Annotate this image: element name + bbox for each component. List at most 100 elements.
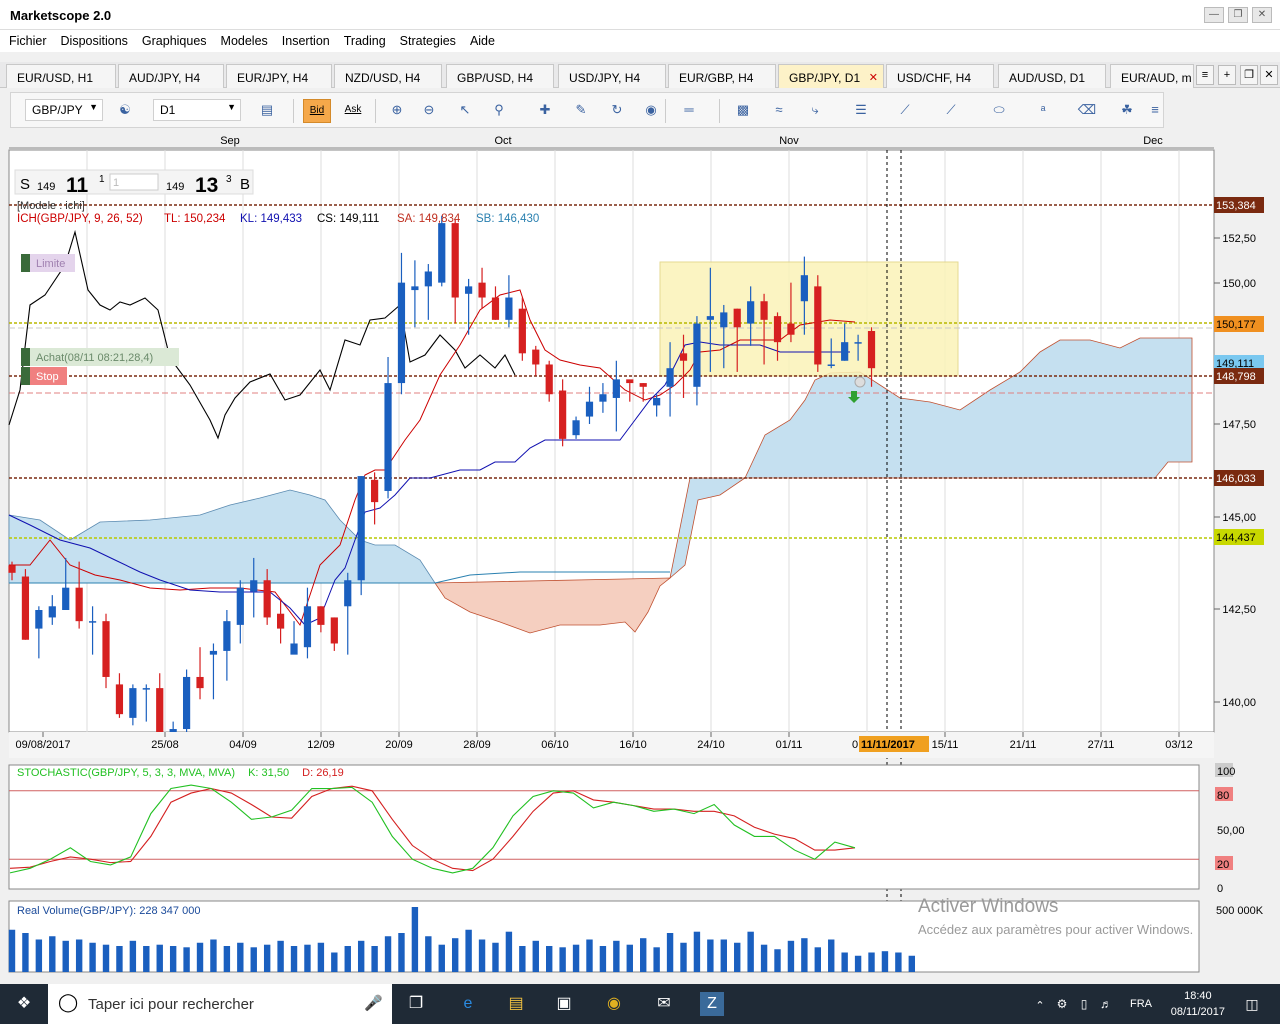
chart-area[interactable]: Sep Oct Nov Dec S 149 11 1 1 149 13 3 B … (0, 128, 1280, 984)
candle-body[interactable] (384, 383, 392, 491)
candle-body[interactable] (102, 621, 110, 677)
candle-body[interactable] (209, 650, 218, 655)
draw-line-icon[interactable]: ⟋ (937, 99, 965, 123)
indicator-icon[interactable]: ≈ (765, 99, 793, 123)
notifications-icon[interactable]: ◫ (1240, 992, 1264, 1016)
tab-gbpjpy-d1[interactable]: GBP/JPY, D1 ✕ (778, 64, 884, 88)
restore-icon[interactable]: ❐ (1228, 7, 1248, 23)
ruler-icon[interactable]: ═ (675, 99, 703, 123)
more-icon[interactable]: ≡ (1141, 99, 1169, 123)
battery-icon[interactable]: ▯ (1072, 992, 1096, 1016)
stochastic-panel[interactable] (8, 764, 1200, 890)
candle-body[interactable] (626, 379, 634, 384)
chevron-up-icon[interactable]: ⌃ (1028, 994, 1052, 1018)
pencil-icon[interactable]: ✎ (567, 99, 595, 123)
menu-aide[interactable]: Aide (470, 34, 495, 48)
candle-body[interactable] (88, 621, 97, 623)
timeframe-select[interactable]: D1 ▼ (153, 99, 241, 121)
candle-body[interactable] (787, 323, 795, 335)
candle-body[interactable] (760, 301, 768, 320)
candle-body[interactable] (478, 282, 486, 298)
tab-usdchf-h4[interactable]: USD/CHF, H4 (886, 64, 994, 88)
magnifier-icon[interactable]: ⚲ (485, 99, 513, 123)
menu-graphiques[interactable]: Graphiques (142, 34, 207, 48)
ellipse-icon[interactable]: ⬭ (985, 99, 1013, 123)
network-icon[interactable]: ⚙ (1050, 992, 1074, 1016)
candle-body[interactable] (277, 613, 285, 629)
candle-body[interactable] (115, 684, 124, 715)
file-explorer-icon[interactable]: ▤ (504, 992, 528, 1016)
candle-body[interactable] (518, 308, 526, 354)
marketscope-taskbar-icon[interactable]: Z (700, 992, 724, 1016)
candle-body[interactable] (693, 323, 701, 387)
candle-body[interactable] (867, 331, 876, 369)
candle-body[interactable] (585, 401, 594, 417)
menu-fichier[interactable]: Fichier (9, 34, 47, 48)
add-tab-icon[interactable]: + (1218, 65, 1236, 85)
candle-body[interactable] (666, 368, 674, 387)
candle-body[interactable] (21, 576, 30, 640)
tab-eurjpy-h4[interactable]: EUR/JPY, H4 (226, 64, 332, 88)
candle-body[interactable] (357, 476, 365, 581)
candle-body[interactable] (747, 301, 755, 324)
tab-gbpusd-h4[interactable]: GBP/USD, H4 (446, 64, 554, 88)
tab-eurusd-h1[interactable]: EUR/USD, H1 (6, 64, 116, 88)
candle-body[interactable] (250, 580, 258, 592)
candle-body[interactable] (559, 390, 567, 439)
candle-body[interactable] (196, 676, 204, 689)
candle-body[interactable] (679, 353, 688, 361)
candle-body[interactable] (223, 621, 231, 651)
buy-pips[interactable]: 13 (195, 174, 218, 197)
candle-body[interactable] (505, 297, 513, 320)
edge-icon[interactable]: e (456, 992, 480, 1016)
mail-icon[interactable]: ✉ (652, 992, 676, 1016)
candle-body[interactable] (411, 286, 419, 291)
candle-body[interactable] (545, 364, 553, 395)
tab-audjpy-h4[interactable]: AUD/JPY, H4 (118, 64, 224, 88)
candle-body[interactable] (330, 617, 338, 644)
candle-body[interactable] (156, 688, 164, 737)
candle-body[interactable] (397, 282, 406, 384)
candle-body[interactable] (263, 580, 271, 618)
volume-icon[interactable]: ♬ (1094, 992, 1118, 1016)
tab-euraud[interactable]: EUR/AUD, m (1110, 64, 1194, 88)
task-view-icon[interactable]: ❐ (404, 992, 428, 1016)
candle-body[interactable] (800, 275, 808, 302)
tab-nzdusd-h4[interactable]: NZD/USD, H4 (334, 64, 442, 88)
candle-body[interactable] (424, 271, 432, 287)
text-icon[interactable]: ᵃ (1029, 99, 1057, 123)
tab-audusd-d1[interactable]: AUD/USD, D1 (998, 64, 1106, 88)
candle-body[interactable] (827, 364, 835, 366)
candle-body[interactable] (371, 479, 379, 503)
store-icon[interactable]: ▣ (552, 992, 576, 1016)
trendline-icon[interactable]: ⟋ (891, 99, 919, 123)
close-icon[interactable]: ✕ (1252, 7, 1272, 23)
candle-body[interactable] (451, 223, 459, 298)
candle-body[interactable] (841, 342, 849, 361)
candle-body[interactable] (733, 308, 741, 328)
ask-button[interactable]: Ask (339, 99, 367, 123)
tree-icon[interactable]: ☘ (1113, 99, 1141, 123)
language-indicator[interactable]: FRA (1126, 992, 1156, 1016)
tab-usdjpy-h4[interactable]: USD/JPY, H4 (558, 64, 666, 88)
globe-icon[interactable]: ◉ (637, 99, 665, 123)
zoom-in-icon[interactable]: ⊕ (383, 99, 411, 123)
cursor-icon[interactable]: ↖ (451, 99, 479, 123)
candle-body[interactable] (854, 342, 862, 344)
candle-body[interactable] (720, 312, 728, 328)
candle-body[interactable] (182, 676, 191, 730)
close-tab-icon[interactable]: ✕ (869, 71, 878, 84)
menu-modeles[interactable]: Modeles (221, 34, 268, 48)
windows-start-icon[interactable]: ❖ (12, 992, 36, 1016)
minimize-icon[interactable]: — (1204, 7, 1224, 23)
microphone-icon[interactable]: 🎤 (364, 994, 383, 1012)
menu-strategies[interactable]: Strategies (400, 34, 456, 48)
tab-list-icon[interactable]: ≡ (1196, 65, 1214, 85)
close-window-icon[interactable]: ✕ (1260, 65, 1278, 85)
bid-button[interactable]: Bid (303, 99, 331, 123)
candle-body[interactable] (706, 316, 714, 320)
drag-handle-icon[interactable] (854, 376, 866, 388)
lines-icon[interactable]: ☰ (847, 99, 875, 123)
system-clock[interactable]: 18:40 08/11/2017 (1171, 988, 1225, 1020)
tab-eurgbp-h4[interactable]: EUR/GBP, H4 (668, 64, 776, 88)
